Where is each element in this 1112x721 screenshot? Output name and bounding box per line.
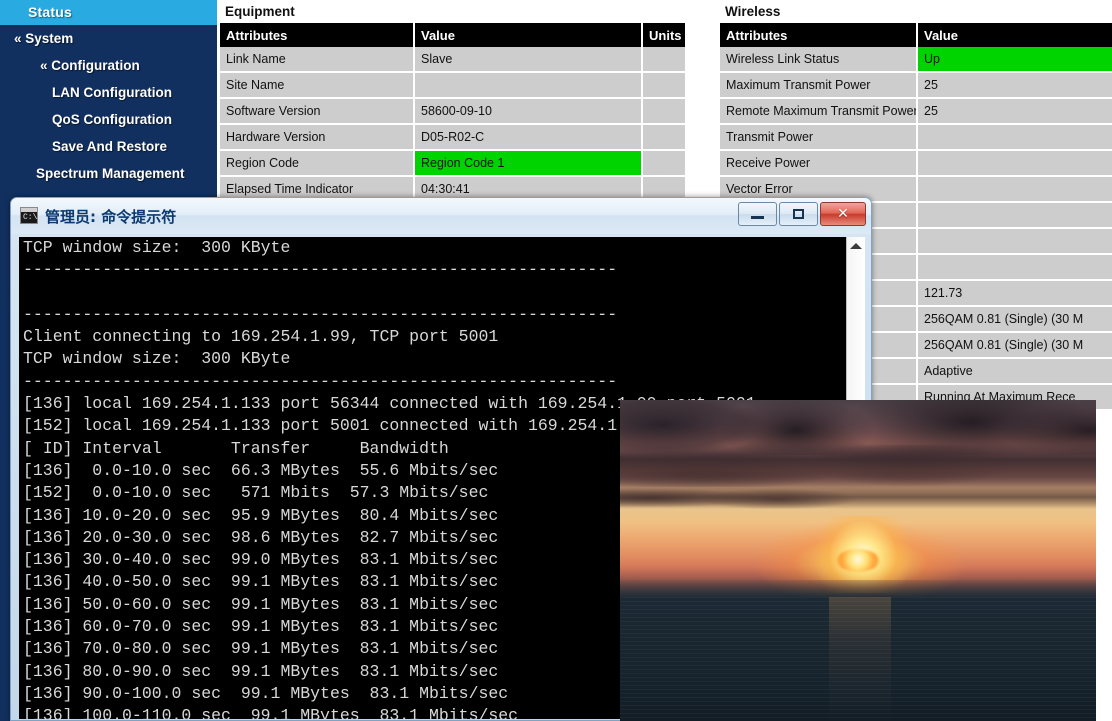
table-row: Hardware Version D05-R02-C [220,124,687,151]
wireless-col-attributes: Attributes [720,23,918,47]
equipment-col-attributes: Attributes [220,23,415,47]
table-row: Link Name Slave [220,47,687,73]
equipment-col-units: Units [642,23,687,47]
equipment-header-row: Attributes Value Units [220,23,687,47]
sunset-over-ocean-photo [620,400,1096,721]
console-icon: C:\ [20,207,38,224]
equipment-value [414,72,643,99]
wireless-value: 158.7, 148.8, 142.4, [917,202,1112,229]
sidebar-item-status[interactable]: Status [0,0,217,25]
equipment-col-value: Value [414,23,643,47]
equipment-attr: Software Version [220,98,415,125]
wireless-attr: Receive Power [720,150,918,177]
wireless-value: 256QAM 0.81 (Single) (30 M [917,306,1112,333]
sidebar-item-configuration[interactable]: « Configuration [0,52,217,79]
wireless-attr: Transmit Power [720,124,918,151]
equipment-units [642,124,687,151]
equipment-attr: Hardware Version [220,124,415,151]
close-button[interactable]: ✕ [820,202,866,226]
equipment-value: 58600-09-10 [414,98,643,125]
wireless-attr: Maximum Transmit Power [720,72,918,99]
equipment-attr: Region Code [220,150,415,177]
table-row: Site Name [220,72,687,99]
window-controls: ✕ [738,202,866,226]
sidebar-item-system[interactable]: « System [0,25,217,52]
wireless-col-value: Value [917,23,1112,47]
table-row: Region Code Region Code 1 [220,150,687,177]
table-row: Remote Maximum Transmit Power 25 [720,98,1112,125]
cloud-band-middle [620,444,1096,487]
wireless-title: Wireless [725,4,781,19]
wireless-value: -18.8, -25.6, -29.7, [917,176,1112,203]
table-row: Maximum Transmit Power 25 [720,72,1112,99]
water-ripples [620,597,1096,721]
triangle-up-icon[interactable] [850,243,862,249]
table-row: Receive Power -56.3, -62.7, -71.1, [720,150,1112,177]
window-title-bar[interactable]: C:\ 管理员: 命令提示符 ✕ [11,198,871,234]
sidebar-item-save-and-restore[interactable]: Save And Restore [0,133,217,160]
wireless-value: Adaptive [917,358,1112,385]
wireless-value: 86.67, 36.54, 20.15, [917,228,1112,255]
wireless-value: 17.0, 15.1, 15.0, [917,124,1112,151]
equipment-panel: Equipment Attributes Value Units Link Na… [220,0,690,203]
equipment-units [642,150,687,177]
wireless-value: 25 [917,72,1112,99]
maximize-button[interactable] [779,202,818,226]
wireless-attr: Remote Maximum Transmit Power [720,98,918,125]
equipment-attr: Site Name [220,72,415,99]
equipment-value: D05-R02-C [414,124,643,151]
sidebar-item-lan-configuration[interactable]: LAN Configuration [0,79,217,106]
horizon-haze [620,579,1096,599]
equipment-value-highlighted: Region Code 1 [414,150,643,177]
table-row: Wireless Link Status Up [720,47,1112,73]
wireless-value: 256QAM 0.81 (Single) (30 M [917,332,1112,359]
cloud-wisp [620,486,1096,510]
window-title: 管理员: 命令提示符 [45,208,177,226]
equipment-attr: Link Name [220,47,415,73]
table-row: Transmit Power 17.0, 15.1, 15.0, [720,124,1112,151]
sidebar-item-spectrum-management[interactable]: Spectrum Management [0,160,217,187]
wireless-header-row: Attributes Value [720,23,1112,47]
equipment-units [642,98,687,125]
wireless-value: -56.3, -62.7, -71.1, [917,150,1112,177]
sun-disc [836,549,880,572]
minimize-button[interactable] [738,202,777,226]
table-row: Software Version 58600-09-10 [220,98,687,125]
equipment-table: Attributes Value Units Link Name Slave S… [220,23,687,203]
sidebar-item-qos-configuration[interactable]: QoS Configuration [0,106,217,133]
equipment-units [642,72,687,99]
wireless-value: 25 [917,98,1112,125]
wireless-value: 61.85, 33.23, 11.60, [917,254,1112,281]
wireless-value-highlighted: Up [917,47,1112,73]
equipment-value: Slave [414,47,643,73]
wireless-value: 121.73 [917,280,1112,307]
wireless-attr: Wireless Link Status [720,47,918,73]
equipment-title: Equipment [225,4,295,19]
equipment-units [642,47,687,73]
